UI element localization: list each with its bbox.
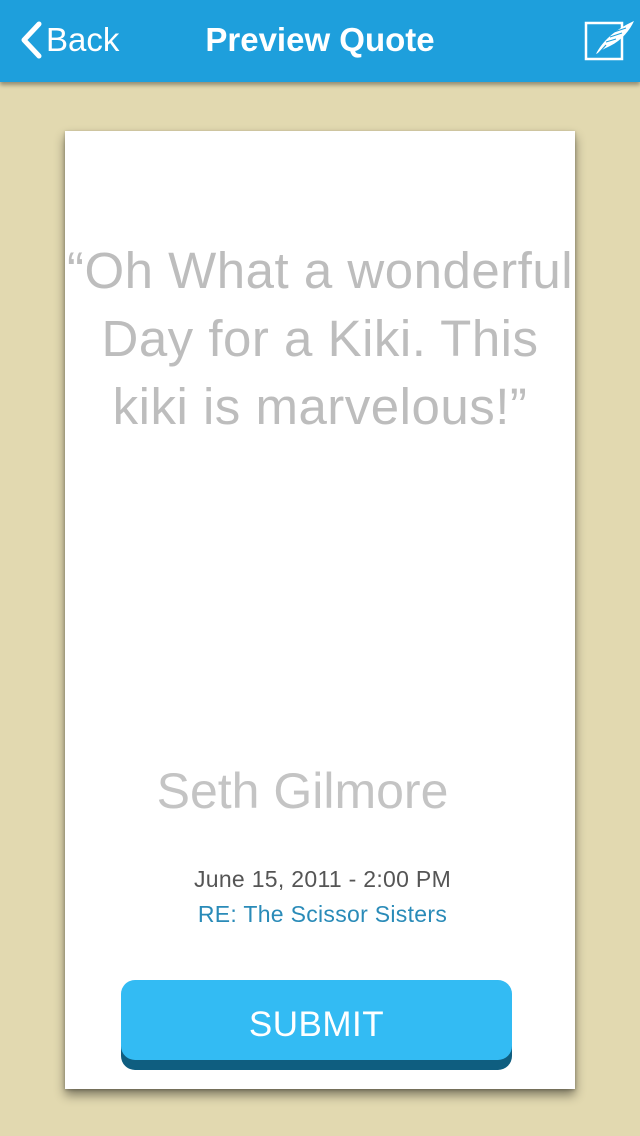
- chevron-left-icon: [21, 21, 42, 59]
- quote-preview-card: “Oh What a wonderful Day for a Kiki. Thi…: [65, 131, 575, 1089]
- back-button[interactable]: Back: [18, 18, 119, 62]
- quote-topic-link[interactable]: RE: The Scissor Sisters: [65, 899, 580, 929]
- quill-pen-icon: [584, 21, 634, 61]
- back-button-label: Back: [46, 21, 120, 58]
- quote-text: “Oh What a wonderful Day for a Kiki. Thi…: [66, 242, 574, 435]
- quote-date: June 15, 2011 - 2:00 PM: [193, 866, 452, 892]
- quote-author: Seth Gilmore: [156, 763, 449, 819]
- navigation-bar: Back Preview Quote: [0, 0, 640, 82]
- compose-quote-button[interactable]: [584, 20, 636, 62]
- submit-button[interactable]: SUBMIT: [121, 980, 512, 1060]
